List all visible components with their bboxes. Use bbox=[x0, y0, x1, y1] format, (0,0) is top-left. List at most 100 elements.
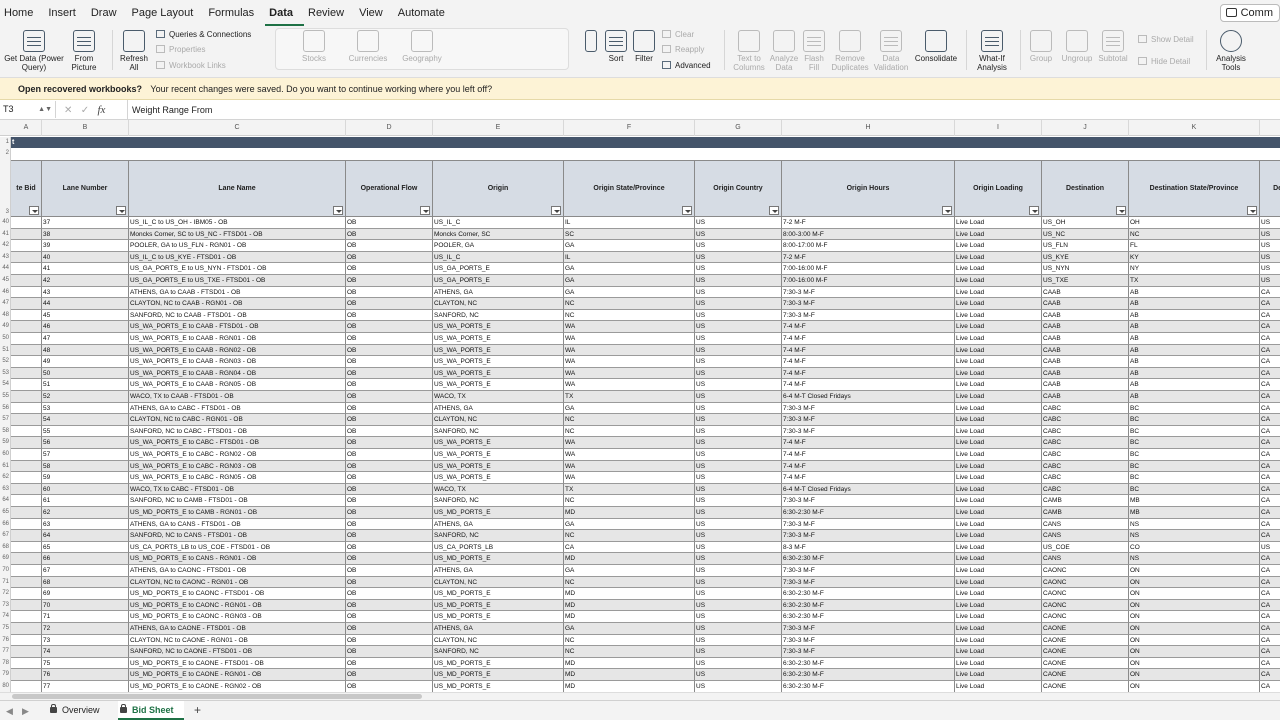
table-cell[interactable]: 7:30-3 M-F bbox=[782, 402, 955, 415]
table-cell[interactable]: WA bbox=[564, 460, 695, 473]
table-cell[interactable]: US bbox=[695, 356, 782, 368]
table-cell[interactable]: US bbox=[695, 460, 782, 473]
table-cell[interactable]: CA bbox=[1260, 611, 1280, 623]
table-cell[interactable]: 7:30-3 M-F bbox=[782, 646, 955, 658]
table-cell[interactable]: WACO, TX to CAAB - FTSD01 - OB bbox=[129, 391, 346, 403]
table-cell[interactable]: US bbox=[695, 541, 782, 554]
table-cell[interactable]: Live Load bbox=[955, 425, 1042, 438]
consolidate-button[interactable]: Consolidate bbox=[912, 30, 960, 63]
table-cell[interactable]: CAONC bbox=[1042, 611, 1129, 623]
table-cell[interactable]: CANS bbox=[1042, 553, 1129, 565]
row-number[interactable]: 59 bbox=[2, 437, 9, 449]
table-cell[interactable]: US bbox=[1260, 240, 1280, 252]
chevron-updown-icon[interactable]: ▲▼ bbox=[38, 101, 52, 118]
table-cell[interactable] bbox=[11, 483, 42, 496]
table-cell[interactable]: CLAYTON, NC bbox=[433, 576, 564, 589]
table-cell[interactable]: 7-4 M-F bbox=[782, 356, 955, 368]
table-cell[interactable]: CABC bbox=[1042, 449, 1129, 461]
table-cell[interactable]: US_MD_PORTS_E to CAONC - FTSD01 - OB bbox=[129, 588, 346, 600]
table-cell[interactable]: Live Load bbox=[955, 251, 1042, 264]
table-cell[interactable] bbox=[11, 425, 42, 438]
table-cell[interactable]: BC bbox=[1129, 414, 1260, 426]
table-cell[interactable]: CAONC bbox=[1042, 599, 1129, 612]
column-heading[interactable]: Operational Flow bbox=[346, 160, 433, 217]
row-number[interactable]: 57 bbox=[2, 414, 9, 426]
filter-dropdown-icon[interactable] bbox=[1029, 206, 1039, 215]
table-cell[interactable]: CAONE bbox=[1042, 669, 1129, 681]
table-cell[interactable]: US_MD_PORTS_E to CAONE - FTSD01 - OB bbox=[129, 657, 346, 670]
table-cell[interactable]: BC bbox=[1129, 425, 1260, 438]
table-cell[interactable]: Live Load bbox=[955, 460, 1042, 473]
table-cell[interactable] bbox=[11, 507, 42, 519]
table-cell[interactable]: OB bbox=[346, 507, 433, 519]
table-cell[interactable]: CAONC bbox=[1042, 576, 1129, 589]
table-cell[interactable]: US bbox=[695, 576, 782, 589]
row-number[interactable]: 46 bbox=[2, 287, 9, 299]
row-number[interactable]: 65 bbox=[2, 507, 9, 519]
table-cell[interactable] bbox=[11, 646, 42, 658]
table-cell[interactable]: GA bbox=[564, 518, 695, 531]
add-sheet-button[interactable]: + bbox=[194, 701, 201, 720]
table-cell[interactable]: US bbox=[695, 298, 782, 310]
table-cell[interactable]: 42 bbox=[42, 275, 129, 287]
table-cell[interactable] bbox=[11, 356, 42, 368]
table-cell[interactable]: 7:30-3 M-F bbox=[782, 425, 955, 438]
column-header[interactable]: A bbox=[11, 120, 42, 136]
tab-data[interactable]: Data bbox=[265, 0, 304, 26]
table-cell[interactable]: US_WA_PORTS_E bbox=[433, 367, 564, 380]
hide-detail-button[interactable]: Hide Detail bbox=[1138, 57, 1190, 67]
table-cell[interactable]: WA bbox=[564, 449, 695, 461]
table-cell[interactable]: 7-4 M-F bbox=[782, 333, 955, 345]
table-cell[interactable]: US bbox=[695, 228, 782, 241]
table-cell[interactable]: 72 bbox=[42, 623, 129, 635]
table-cell[interactable]: US bbox=[695, 553, 782, 565]
table-cell[interactable]: NC bbox=[564, 309, 695, 322]
table-cell[interactable]: Live Load bbox=[955, 286, 1042, 299]
table-cell[interactable]: 7-4 M-F bbox=[782, 437, 955, 449]
name-box[interactable]: T3 ▲▼ bbox=[0, 101, 56, 118]
column-heading[interactable]: te Bid bbox=[11, 160, 42, 217]
table-cell[interactable]: 49 bbox=[42, 356, 129, 368]
table-cell[interactable] bbox=[11, 565, 42, 577]
table-cell[interactable]: 61 bbox=[42, 495, 129, 507]
table-cell[interactable]: Live Load bbox=[955, 391, 1042, 403]
table-cell[interactable]: OB bbox=[346, 263, 433, 275]
stocks-button[interactable]: Stocks bbox=[294, 30, 334, 63]
table-cell[interactable]: US bbox=[695, 425, 782, 438]
table-cell[interactable]: US_IL_C bbox=[433, 217, 564, 229]
table-cell[interactable]: US bbox=[695, 565, 782, 577]
table-cell[interactable]: 55 bbox=[42, 425, 129, 438]
table-cell[interactable] bbox=[11, 541, 42, 554]
table-cell[interactable] bbox=[11, 240, 42, 252]
row-number[interactable]: 58 bbox=[2, 426, 9, 438]
table-cell[interactable]: CABC bbox=[1042, 460, 1129, 473]
column-header[interactable]: J bbox=[1042, 120, 1129, 136]
show-detail-button[interactable]: Show Detail bbox=[1138, 35, 1194, 45]
table-cell[interactable]: WA bbox=[564, 344, 695, 357]
table-cell[interactable]: 40 bbox=[42, 251, 129, 264]
table-cell[interactable]: Live Load bbox=[955, 623, 1042, 635]
table-cell[interactable] bbox=[11, 344, 42, 357]
flash-fill-button[interactable]: Flash Fill bbox=[800, 30, 828, 72]
table-cell[interactable]: CAAB bbox=[1042, 344, 1129, 357]
table-cell[interactable]: US_WA_PORTS_E to CAAB - RGN04 - OB bbox=[129, 367, 346, 380]
table-cell[interactable]: IL bbox=[564, 251, 695, 264]
table-cell[interactable]: CA bbox=[1260, 321, 1280, 333]
table-cell[interactable]: 44 bbox=[42, 298, 129, 310]
table-cell[interactable]: Live Load bbox=[955, 263, 1042, 275]
table-cell[interactable]: US_MD_PORTS_E bbox=[433, 611, 564, 623]
table-cell[interactable]: CA bbox=[1260, 658, 1280, 670]
table-cell[interactable]: 8:00-17:00 M-F bbox=[782, 240, 955, 252]
column-heading[interactable]: Origin State/Province bbox=[564, 160, 695, 217]
filter-dropdown-icon[interactable] bbox=[682, 206, 692, 215]
table-cell[interactable]: US_GA_PORTS_E to US_NYN - FTSD01 - OB bbox=[129, 263, 346, 275]
table-cell[interactable]: US bbox=[695, 657, 782, 670]
table-cell[interactable]: US bbox=[695, 611, 782, 623]
table-cell[interactable]: US_MD_PORTS_E bbox=[433, 657, 564, 670]
table-cell[interactable]: 7-4 M-F bbox=[782, 379, 955, 391]
table-cell[interactable]: 70 bbox=[42, 599, 129, 612]
table-cell[interactable]: POOLER, GA to US_FLN - RGN01 - OB bbox=[129, 240, 346, 252]
table-cell[interactable]: 57 bbox=[42, 449, 129, 461]
table-cell[interactable]: OB bbox=[346, 518, 433, 531]
table-cell[interactable]: US_NYN bbox=[1042, 263, 1129, 275]
